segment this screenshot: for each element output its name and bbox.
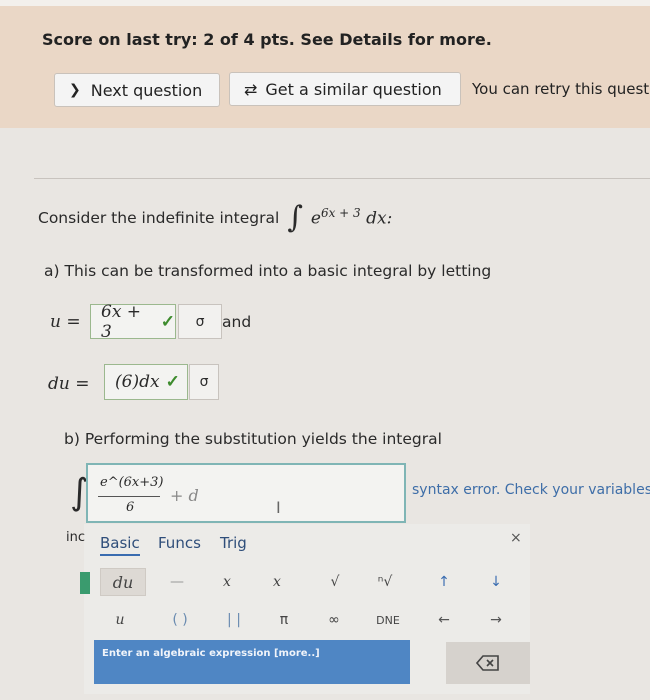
key-exponent[interactable]: x [260,568,294,596]
score-text: Score on last try: 2 of 4 pts. See Detai… [42,30,492,49]
integrand-base: e [310,208,321,229]
backspace-button[interactable] [446,642,530,684]
integral-sign: ∫ [287,200,303,235]
similar-question-button[interactable]: ⇄ Get a similar question [229,72,461,106]
checkmark-icon: ✓ [165,372,180,392]
key-sqrt[interactable]: √ [318,568,352,596]
fraction-bar [98,496,160,497]
integral-differential: dx: [366,208,393,229]
tab-basic[interactable]: Basic [100,534,140,556]
chevron-right-icon: ❯ [69,82,81,98]
similar-question-label: Get a similar question [265,79,442,99]
u-answer-value: 6x + 3 [101,301,142,342]
prompt-text: Consider the indefinite integral [38,208,280,227]
key-dne[interactable]: DNE [368,606,408,634]
key-fraction[interactable]: — [160,568,194,596]
question-prompt: Consider the indefinite integral ∫ e6x +… [38,200,392,235]
and-text: and [222,313,252,331]
key-x[interactable]: x [210,568,244,596]
u-math-keyboard-button[interactable]: σ [178,304,222,339]
du-label: du = [48,374,90,394]
checkmark-icon: ✓ [160,311,175,332]
tab-funcs[interactable]: Funcs [158,534,201,552]
key-absolute-value[interactable]: | | [214,606,254,634]
integrand: e6x + 3 dx: [311,206,392,229]
arrow-right-icon[interactable]: → [482,606,510,634]
banner-top-strip [0,0,650,6]
hint-bar[interactable] [94,640,410,684]
integrand-exponent: 6x + 3 [320,206,361,221]
arrow-up-icon[interactable]: ↑ [430,568,458,596]
part-a-instruction: a) This can be transformed into a basic … [44,262,492,280]
sigma-icon: σ [195,313,205,330]
tab-trig[interactable]: Trig [220,534,247,552]
key-pi[interactable]: π [264,606,304,634]
hint-text: Enter an algebraic expression [more..] [102,648,320,659]
retry-text: You can retry this question [472,80,650,98]
part-b-instruction: b) Performing the substitution yields th… [64,430,442,448]
key-parentheses[interactable]: ( ) [160,606,200,634]
active-indicator [80,572,90,594]
refresh-icon: ⇄ [244,79,258,99]
inc-label: inc [66,530,85,545]
next-question-label: Next question [90,80,203,100]
key-du[interactable]: du [100,568,146,596]
key-infinity[interactable]: ∞ [314,606,354,634]
syntax-error-message: syntax error. Check your variables [412,482,650,498]
arrow-left-icon[interactable]: ← [430,606,458,634]
du-answer-field[interactable]: (6)dx ✓ [104,364,188,400]
du-answer-value: (6)dx [115,372,160,392]
plus-constant: + d [170,486,199,505]
fraction-denominator: 6 [126,500,135,515]
key-nth-root[interactable]: ⁿ√ [360,568,410,596]
next-question-button[interactable]: ❯ Next question [54,73,220,107]
sigma-icon: σ [199,374,209,390]
section-divider [34,178,650,179]
arrow-down-icon[interactable]: ↓ [482,568,510,596]
backspace-icon [476,655,499,671]
key-u[interactable]: u [100,606,140,634]
score-banner [0,0,650,128]
du-math-keyboard-button[interactable]: σ [189,364,219,400]
u-answer-field[interactable]: 6x + 3 ✓ [90,301,176,342]
u-label: u = [50,312,81,332]
fraction-numerator: e^(6x+3) [100,475,164,490]
text-cursor: I [276,498,281,517]
close-icon[interactable]: × [510,530,522,546]
